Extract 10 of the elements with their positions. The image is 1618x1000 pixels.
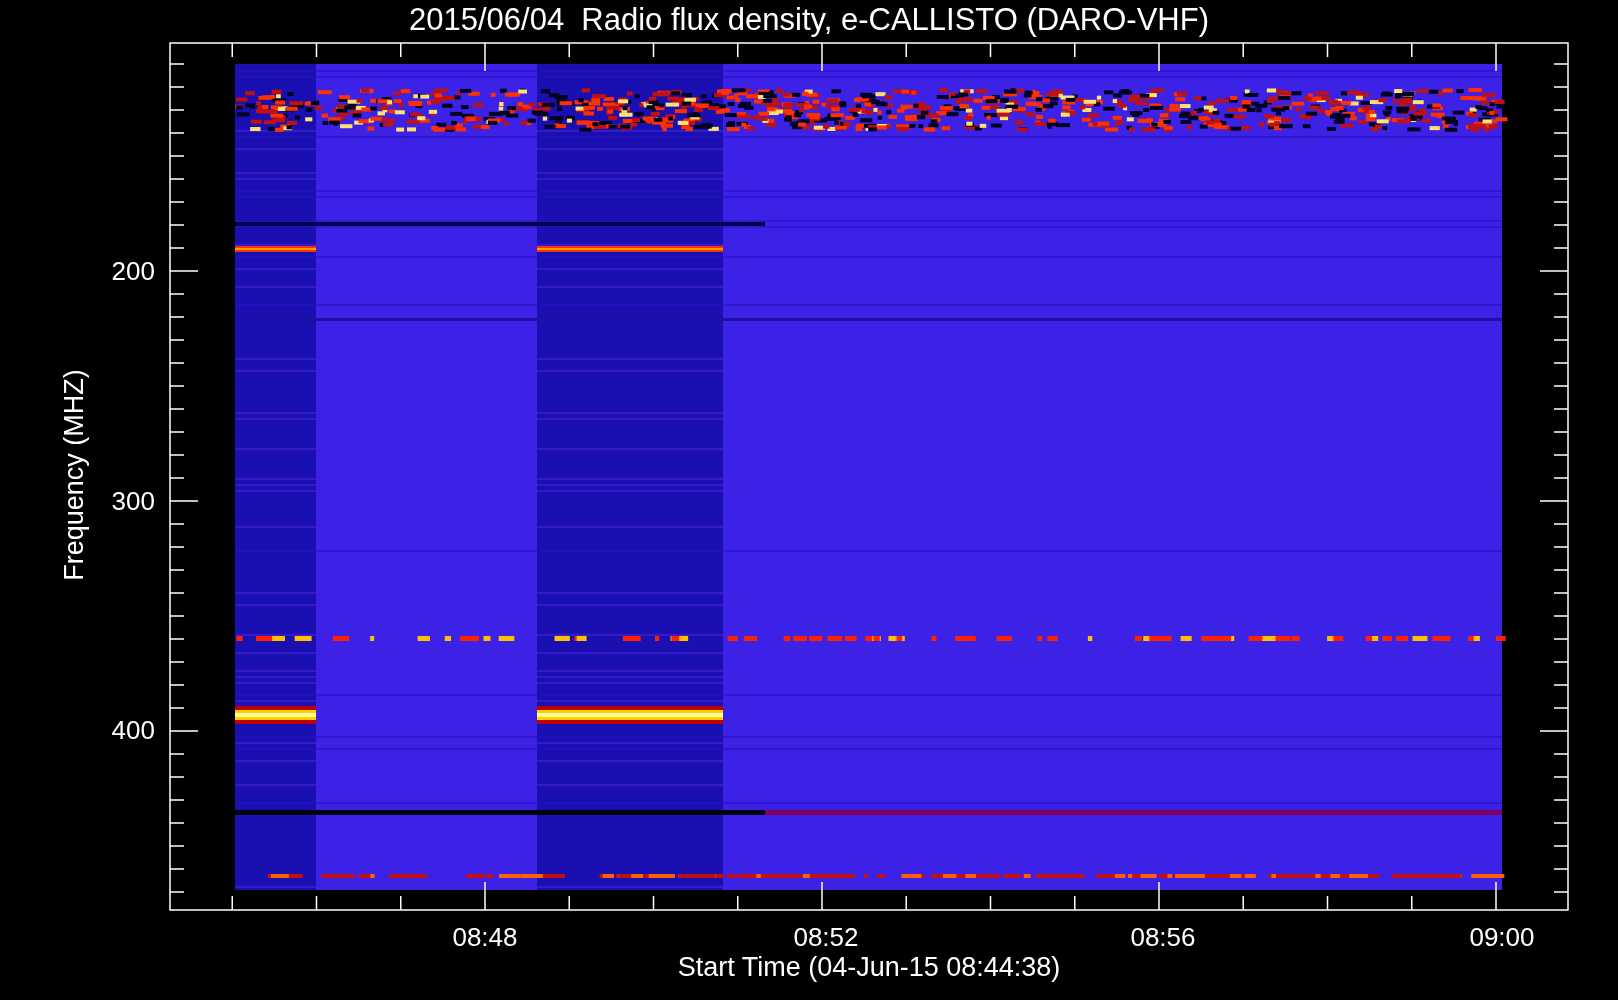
y-axis-label: Frequency (MHZ) — [59, 369, 89, 581]
y-tick-label: 400 — [111, 715, 155, 745]
chart-title: 2015/06/04 Radio flux density, e-CALLISTO (DARO-VHF) — [409, 1, 1209, 39]
x-axis-label: Start Time (04-Jun-15 08:44:38) — [677, 952, 1061, 982]
x-tick-label: 08:48 — [452, 922, 518, 952]
x-tick-label: 08:56 — [1130, 922, 1196, 952]
x-tick-label: 09:00 — [1469, 922, 1535, 952]
x-tick-label: 08:52 — [793, 922, 859, 952]
y-tick-label: 300 — [111, 486, 155, 516]
y-tick-label: 200 — [111, 256, 155, 286]
